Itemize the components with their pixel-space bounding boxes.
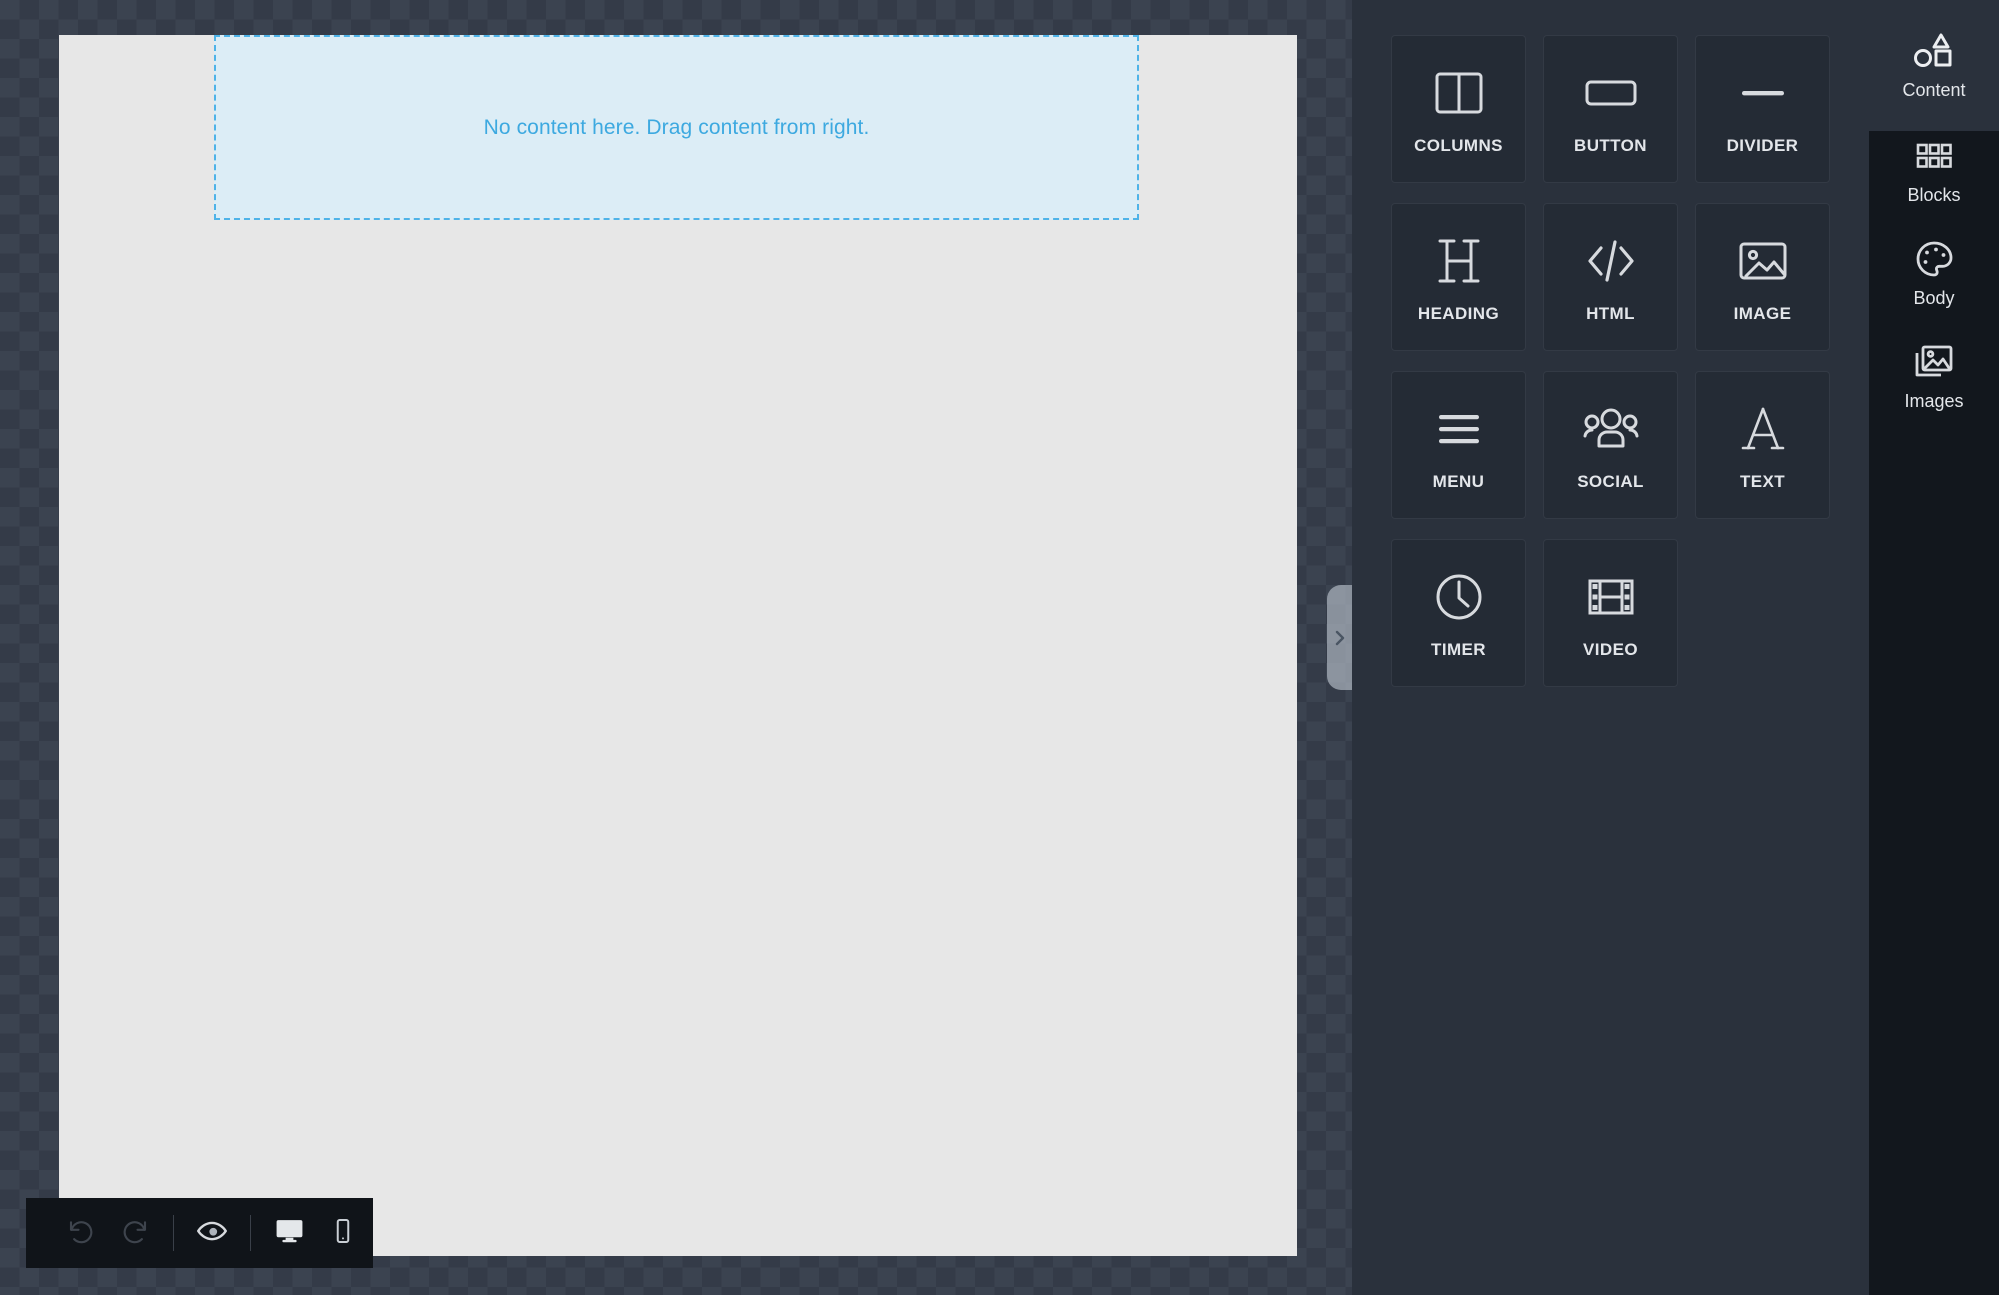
tile-label: HEADING bbox=[1417, 304, 1500, 323]
toolbar-divider bbox=[250, 1215, 251, 1251]
columns-icon bbox=[1431, 62, 1487, 124]
tile-label: VIDEO bbox=[1583, 640, 1638, 659]
content-tile-menu[interactable]: MENU bbox=[1391, 371, 1526, 519]
palette-icon bbox=[1914, 236, 1954, 282]
mobile-icon bbox=[329, 1217, 357, 1250]
tile-label: SOCIAL bbox=[1577, 472, 1644, 491]
image-icon bbox=[1735, 230, 1791, 292]
desktop-view-button[interactable] bbox=[262, 1198, 316, 1268]
tile-label: TEXT bbox=[1739, 472, 1786, 491]
redo-button[interactable] bbox=[108, 1198, 162, 1268]
photos-icon bbox=[1913, 339, 1955, 385]
content-tile-columns[interactable]: COLUMNS bbox=[1391, 35, 1526, 183]
rail-item-label: Blocks bbox=[1907, 184, 1961, 205]
preview-button[interactable] bbox=[185, 1198, 239, 1268]
mobile-view-button[interactable] bbox=[316, 1198, 370, 1268]
tile-label: IMAGE bbox=[1733, 304, 1792, 323]
rail-item-images[interactable]: Images bbox=[1869, 325, 1999, 425]
right-rail-nav: Content Blocks Body Images bbox=[1869, 0, 1999, 1295]
redo-icon bbox=[120, 1216, 150, 1251]
hamburger-icon bbox=[1431, 398, 1487, 460]
content-tile-timer[interactable]: TIMER bbox=[1391, 539, 1526, 687]
people-icon bbox=[1580, 398, 1642, 460]
content-tile-divider[interactable]: DIVIDER bbox=[1695, 35, 1830, 183]
tile-label: DIVIDER bbox=[1726, 136, 1799, 155]
desktop-icon bbox=[274, 1215, 305, 1251]
content-tile-image[interactable]: IMAGE bbox=[1695, 203, 1830, 351]
undo-icon bbox=[66, 1216, 96, 1251]
empty-content-drop-zone[interactable]: No content here. Drag content from right… bbox=[214, 35, 1139, 220]
rail-item-label: Body bbox=[1913, 287, 1955, 308]
content-tile-social[interactable]: SOCIAL bbox=[1543, 371, 1678, 519]
content-tile-button[interactable]: BUTTON bbox=[1543, 35, 1678, 183]
heading-icon bbox=[1433, 230, 1485, 292]
canvas-bottom-toolbar bbox=[26, 1198, 373, 1268]
button-icon bbox=[1581, 62, 1641, 124]
code-icon bbox=[1583, 230, 1639, 292]
rail-item-blocks[interactable]: Blocks bbox=[1869, 119, 1999, 219]
eye-icon bbox=[196, 1216, 228, 1251]
film-icon bbox=[1583, 566, 1639, 628]
toolbar-divider bbox=[173, 1215, 174, 1251]
content-tile-heading[interactable]: HEADING bbox=[1391, 203, 1526, 351]
drop-zone-message: No content here. Drag content from right… bbox=[483, 115, 870, 139]
rail-item-body[interactable]: Body bbox=[1869, 222, 1999, 322]
email-canvas-page[interactable]: No content here. Drag content from right… bbox=[59, 35, 1297, 1256]
shapes-icon bbox=[1912, 28, 1956, 74]
grid-icon bbox=[1915, 133, 1953, 179]
clock-icon bbox=[1432, 566, 1486, 628]
content-tile-grid: COLUMNS BUTTON DIVIDER HEADING HTML IMAG… bbox=[1391, 35, 1869, 687]
rail-item-label: Images bbox=[1904, 390, 1964, 411]
letter-a-icon bbox=[1738, 398, 1788, 460]
tile-label: COLUMNS bbox=[1414, 136, 1503, 155]
chevron-right-icon bbox=[1333, 628, 1347, 648]
canvas-area: No content here. Drag content from right… bbox=[0, 0, 1352, 1295]
right-panel: COLUMNS BUTTON DIVIDER HEADING HTML IMAG… bbox=[1352, 0, 1999, 1295]
email-builder-root: No content here. Drag content from right… bbox=[0, 0, 1999, 1295]
content-tile-video[interactable]: VIDEO bbox=[1543, 539, 1678, 687]
undo-button[interactable] bbox=[54, 1198, 108, 1268]
content-blocks-pane: COLUMNS BUTTON DIVIDER HEADING HTML IMAG… bbox=[1352, 0, 1869, 1295]
panel-collapse-handle[interactable] bbox=[1327, 585, 1352, 690]
content-tile-text[interactable]: TEXT bbox=[1695, 371, 1830, 519]
content-tile-html[interactable]: HTML bbox=[1543, 203, 1678, 351]
rail-item-content[interactable]: Content bbox=[1869, 14, 1999, 114]
rail-item-label: Content bbox=[1902, 79, 1966, 100]
divider-icon bbox=[1735, 62, 1791, 124]
tile-label: TIMER bbox=[1431, 640, 1486, 659]
tile-label: BUTTON bbox=[1574, 136, 1647, 155]
tile-label: HTML bbox=[1586, 304, 1635, 323]
tile-label: MENU bbox=[1432, 472, 1485, 491]
